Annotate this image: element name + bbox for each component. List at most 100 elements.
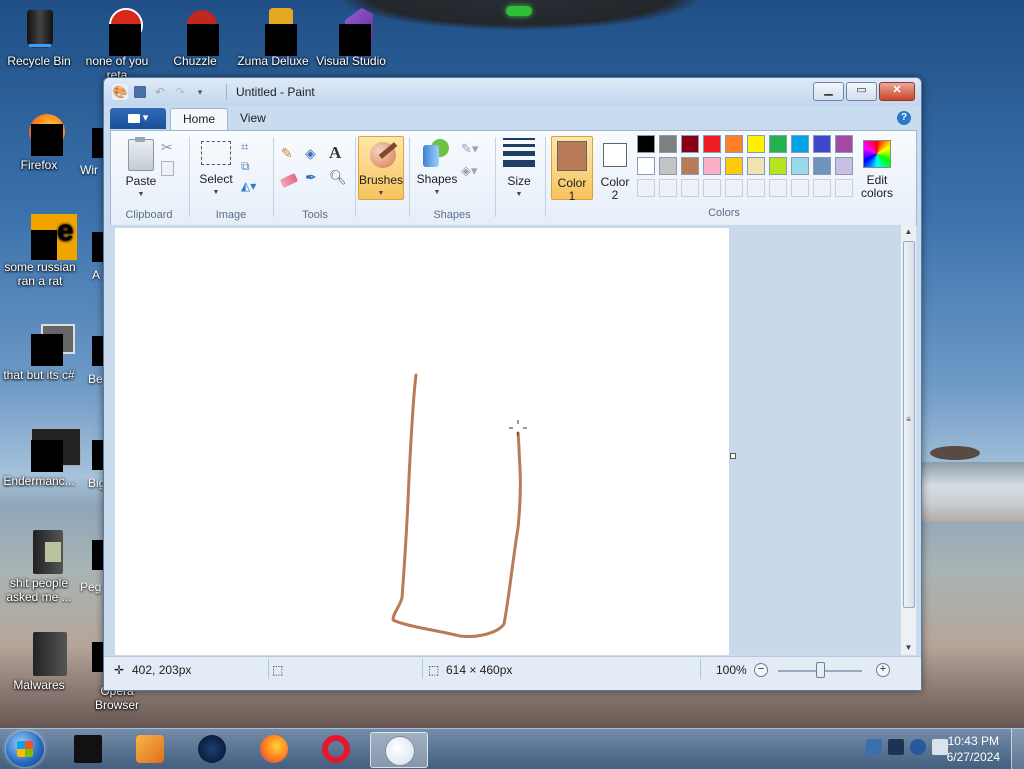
color2-button[interactable]: Color 2 (595, 136, 635, 202)
tray-icon[interactable] (888, 739, 904, 755)
color-swatch[interactable] (791, 135, 809, 153)
color-swatch[interactable] (813, 157, 831, 175)
fill-icon[interactable]: ◈ (305, 145, 325, 165)
zoom-slider-thumb[interactable] (816, 662, 825, 678)
color-swatch[interactable] (769, 157, 787, 175)
taskbar-app-1[interactable] (62, 732, 114, 766)
taskbar-opera[interactable] (310, 732, 362, 766)
taskbar-firefox[interactable] (248, 732, 300, 766)
pencil-icon[interactable]: ✎ (281, 145, 301, 165)
color-swatch[interactable] (725, 179, 743, 197)
start-button[interactable] (6, 731, 44, 767)
resize-icon[interactable]: ⧉ (241, 159, 261, 179)
maximize-button[interactable]: ▭ (846, 82, 877, 101)
taskbar-app-3[interactable] (186, 732, 238, 766)
undo-icon[interactable]: ↶ (152, 84, 168, 100)
fill-shape-icon[interactable]: ◈▾ (461, 163, 481, 183)
tray-icon[interactable] (866, 739, 882, 755)
color-swatch[interactable] (637, 157, 655, 175)
paint-app-icon[interactable]: 🎨 (112, 84, 128, 100)
customize-qat-icon[interactable]: ▾ (192, 84, 208, 100)
rotate-icon[interactable]: ◭▾ (241, 179, 261, 199)
color-swatch[interactable] (659, 179, 677, 197)
file-menu-button[interactable]: ▾ (110, 108, 166, 129)
color-swatch[interactable] (791, 179, 809, 197)
cut-icon[interactable]: ✂ (161, 139, 181, 159)
desktop-icon-malwares[interactable]: Malwares (0, 632, 78, 692)
color-swatch[interactable] (637, 179, 655, 197)
text-icon[interactable]: A (329, 143, 349, 163)
color-swatch[interactable] (769, 179, 787, 197)
desktop-icon-chuzzle[interactable]: Chuzzle (156, 8, 234, 68)
desktop-icon-firefox[interactable]: Firefox (0, 112, 78, 172)
desktop-icon-endermanc[interactable]: Endermanc... (0, 428, 81, 488)
shapes-button[interactable]: Shapes ▼ (415, 137, 459, 199)
scroll-up-icon[interactable]: ▲ (901, 225, 916, 239)
desktop-icon-russian[interactable]: e some russian ran a rat (0, 214, 78, 288)
color-swatch[interactable] (769, 135, 787, 153)
show-desktop-button[interactable] (1011, 729, 1024, 769)
size-button[interactable]: Size ▼ (499, 136, 539, 201)
eraser-icon[interactable] (279, 171, 301, 191)
color-swatch[interactable] (703, 135, 721, 153)
paint-window[interactable]: 🎨 ↶ ↷ ▾ Untitled - Paint ▁ ▭ ✕ ▾ Home Vi… (103, 77, 922, 691)
copy-icon[interactable] (161, 161, 181, 181)
redo-icon[interactable]: ↷ (172, 84, 188, 100)
crop-icon[interactable]: ⌗ (241, 139, 261, 159)
edit-colors-button[interactable]: Edit colors (857, 136, 897, 200)
paste-button[interactable]: Paste ▼ (119, 137, 163, 201)
brushes-button[interactable]: Brushes ▼ (358, 136, 404, 200)
magnifier-icon[interactable]: 🔍︎ (329, 169, 349, 189)
help-icon[interactable]: ? (897, 111, 911, 125)
color-swatch[interactable] (835, 157, 853, 175)
close-button[interactable]: ✕ (879, 82, 915, 101)
color-swatch[interactable] (703, 157, 721, 175)
outline-icon[interactable]: ✎▾ (461, 141, 481, 161)
color-picker-icon[interactable]: ✒ (305, 169, 325, 189)
taskbar-media-player[interactable] (124, 732, 176, 766)
tab-home[interactable]: Home (170, 108, 229, 130)
title-bar[interactable]: 🎨 ↶ ↷ ▾ Untitled - Paint ▁ ▭ ✕ (104, 78, 921, 106)
color-swatch[interactable] (725, 135, 743, 153)
resize-handle-right[interactable] (730, 453, 736, 459)
network-icon[interactable] (910, 739, 926, 755)
zoom-out-button[interactable]: − (754, 663, 768, 677)
save-icon[interactable] (134, 86, 146, 98)
color-swatch[interactable] (747, 179, 765, 197)
desktop-icon-zuma-deluxe[interactable]: Zuma Deluxe (234, 8, 312, 68)
color-swatch[interactable] (835, 179, 853, 197)
status-separator (268, 659, 269, 679)
partial-label: Wir (80, 163, 98, 177)
color-swatch[interactable] (835, 135, 853, 153)
desktop-icon-folder-requests[interactable]: shit people asked me ... (0, 530, 78, 604)
color-swatch[interactable] (681, 179, 699, 197)
scroll-down-icon[interactable]: ▼ (901, 641, 916, 655)
volume-icon[interactable] (932, 739, 948, 755)
color-swatch[interactable] (813, 179, 831, 197)
clock[interactable]: 10:43 PM 6/27/2024 (947, 733, 1000, 765)
canvas-area[interactable] (110, 225, 900, 655)
color-swatch[interactable] (659, 135, 677, 153)
select-button[interactable]: Select ▼ (195, 137, 237, 199)
desktop-icon-visual-studio[interactable]: Visual Studio (312, 8, 390, 68)
minimize-button[interactable]: ▁ (813, 82, 844, 101)
color-swatch[interactable] (681, 135, 699, 153)
color-swatch[interactable] (681, 157, 699, 175)
drawing-canvas[interactable] (115, 228, 729, 655)
desktop-icon-recycle-bin[interactable]: Recycle Bin (0, 8, 78, 68)
color-swatch[interactable] (637, 135, 655, 153)
vertical-scrollbar[interactable]: ▲ ≡ ▼ (900, 225, 916, 655)
tab-view[interactable]: View (228, 108, 278, 129)
color-swatch[interactable] (747, 157, 765, 175)
color-swatch[interactable] (813, 135, 831, 153)
color-swatch[interactable] (791, 157, 809, 175)
taskbar-paint[interactable] (370, 732, 428, 768)
color-swatch[interactable] (747, 135, 765, 153)
desktop-icon-folder-1[interactable]: none of you reta (78, 8, 156, 82)
color1-button[interactable]: Color 1 (551, 136, 593, 203)
zoom-in-button[interactable]: + (876, 663, 890, 677)
color-swatch[interactable] (725, 157, 743, 175)
color-swatch[interactable] (703, 179, 721, 197)
color-swatch[interactable] (659, 157, 677, 175)
desktop-icon-csharp[interactable]: that but its c# (0, 322, 78, 382)
